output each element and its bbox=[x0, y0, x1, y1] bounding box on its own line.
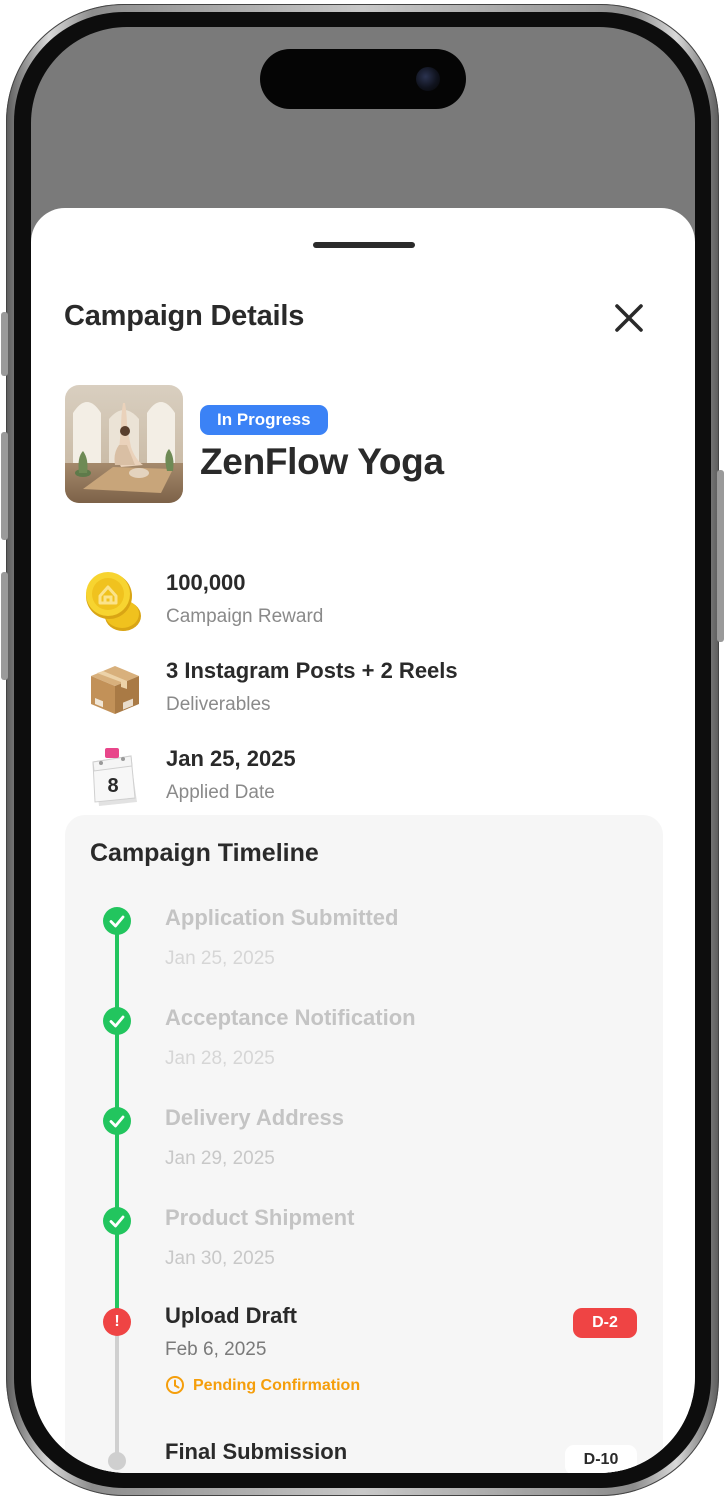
calendar-icon: 8 bbox=[85, 746, 145, 810]
yoga-photo-icon bbox=[65, 385, 183, 503]
sheet-grabber[interactable] bbox=[313, 242, 415, 248]
step-title: Acceptance Notification bbox=[165, 1005, 416, 1030]
step-pending-icon bbox=[108, 1452, 126, 1470]
clock-icon bbox=[166, 1375, 184, 1394]
sheet-title: Campaign Details bbox=[64, 300, 305, 332]
calendar-day-number: 8 bbox=[107, 775, 118, 797]
step-date: Jan 25, 2025 bbox=[165, 948, 275, 969]
step-date-current: Feb 6, 2025 bbox=[165, 1339, 267, 1360]
applied-date-value: Jan 25, 2025 bbox=[166, 746, 296, 771]
close-icon bbox=[615, 304, 643, 332]
step-title: Product Shipment bbox=[165, 1205, 355, 1230]
campaign-name: ZenFlow Yoga bbox=[200, 441, 444, 482]
pending-status: Pending Confirmation bbox=[165, 1375, 360, 1397]
step-title-current: Upload Draft bbox=[165, 1303, 297, 1328]
deliverables-label: Deliverables bbox=[166, 694, 271, 715]
front-camera-icon bbox=[416, 67, 440, 91]
close-button[interactable] bbox=[611, 300, 647, 336]
action-button bbox=[1, 312, 8, 376]
timeline-line-remaining bbox=[115, 1333, 119, 1455]
step-title: Delivery Address bbox=[165, 1105, 344, 1130]
campaign-timeline-card: Campaign Timeline Application Submitted … bbox=[65, 815, 663, 1473]
step-complete-icon bbox=[103, 1207, 131, 1235]
deadline-badge: D-2 bbox=[573, 1308, 637, 1338]
step-title: Application Submitted bbox=[165, 905, 399, 930]
status-badge: In Progress bbox=[200, 405, 328, 435]
applied-date-row: 8 Jan 25, 2025 Applied Date bbox=[85, 746, 645, 816]
campaign-details-sheet: Campaign Details In Progress ZenFlow Yog… bbox=[31, 208, 695, 1473]
reward-value: 100,000 bbox=[166, 570, 246, 595]
reward-label: Campaign Reward bbox=[166, 606, 324, 627]
step-date: Jan 30, 2025 bbox=[165, 1248, 275, 1269]
package-box-icon bbox=[85, 658, 145, 722]
step-complete-icon bbox=[103, 1007, 131, 1035]
step-alert-icon: ! bbox=[103, 1308, 131, 1336]
step-date: Jan 29, 2025 bbox=[165, 1148, 275, 1169]
volume-up-button bbox=[1, 432, 8, 540]
reward-row: 100,000 Campaign Reward bbox=[85, 570, 645, 640]
step-date: Jan 28, 2025 bbox=[165, 1048, 275, 1069]
pending-status-text: Pending Confirmation bbox=[193, 1377, 361, 1394]
power-button bbox=[717, 470, 724, 642]
timeline-title: Campaign Timeline bbox=[90, 839, 319, 867]
volume-down-button bbox=[1, 572, 8, 680]
deliverables-value: 3 Instagram Posts + 2 Reels bbox=[166, 658, 458, 683]
step-complete-icon bbox=[103, 1107, 131, 1135]
step-title: Final Submission bbox=[165, 1439, 348, 1464]
campaign-thumbnail bbox=[65, 385, 183, 503]
gold-coin-icon bbox=[85, 570, 145, 634]
applied-date-label: Applied Date bbox=[166, 782, 275, 803]
step-complete-icon bbox=[103, 907, 131, 935]
deadline-badge: D-10 bbox=[565, 1445, 637, 1473]
deliverables-row: 3 Instagram Posts + 2 Reels Deliverables bbox=[85, 658, 645, 728]
phone-screen: Campaign Details In Progress ZenFlow Yog… bbox=[31, 27, 695, 1473]
dynamic-island bbox=[260, 49, 466, 109]
